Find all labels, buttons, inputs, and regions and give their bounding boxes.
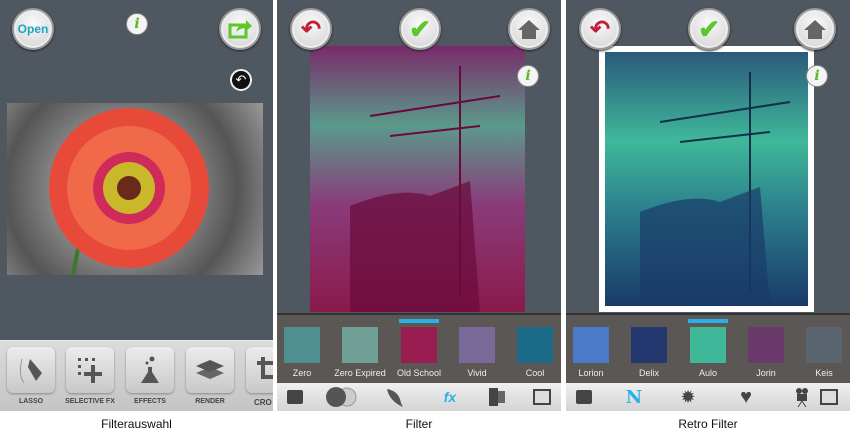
selective-fx-tool[interactable] [66,347,114,393]
info-icon[interactable]: i [126,13,148,35]
layers-icon [196,360,224,379]
filter-thumb-jorin[interactable] [748,327,784,363]
effects-tool[interactable] [126,347,174,393]
filter-thumb-lorion[interactable] [573,327,609,363]
back-button[interactable]: ↶ [579,8,621,50]
open-button[interactable]: Open [12,8,54,50]
caption-filterauswahl: Filterauswahl [101,417,172,431]
apply-button[interactable]: ✔ [399,8,441,50]
info-icon[interactable]: i [806,65,828,87]
checkmark-icon: ✔ [698,13,720,44]
selection-plus-icon [78,358,102,383]
frames-icon[interactable] [285,388,305,406]
back-arrow-icon: ↶ [300,15,322,43]
back-arrow-icon: ↶ [589,15,611,43]
render-tool[interactable] [186,347,234,393]
building-photo [599,46,814,312]
checkmark-icon: ✔ [409,13,431,44]
panel-filter: ↶ ✔ i Zero Zero Expired Old School Vivid… [277,0,561,411]
selected-indicator [688,319,728,323]
share-button[interactable] [219,8,261,50]
crop-tool[interactable] [246,347,273,393]
vignette-icon[interactable] [532,388,552,406]
pen-nib-icon [19,358,42,384]
home-icon [518,20,540,39]
info-icon[interactable]: i [517,65,539,87]
caption-retro-filter: Retro Filter [678,417,738,431]
panel-filter-selection: Open i ↶ LASSO SELECTIVE FX EFFECTS REND… [0,0,273,411]
filter-thumb-old-school[interactable] [401,327,437,363]
retro-n-icon[interactable]: N [624,387,644,408]
panel-retro-filter: ↶ ✔ i Lorion Delix Aulo Jorin Keis N ✹ ♥ [566,0,850,411]
filter-thumb-zero[interactable] [284,327,320,363]
tool-bar: LASSO SELECTIVE FX EFFECTS RENDER CRO [0,340,273,411]
crop-icon [257,357,273,379]
camera-icon[interactable] [792,388,812,407]
building-photo [310,46,525,312]
filter-strip: Zero Zero Expired Old School Vivid Cool [277,313,561,383]
apply-button[interactable]: ✔ [688,8,730,50]
flower-photo [7,103,263,276]
vignette-icon[interactable] [819,388,839,406]
home-button[interactable] [794,8,836,50]
undo-icon[interactable]: ↶ [230,69,252,91]
frames-icon[interactable] [574,388,594,406]
share-icon [228,20,252,39]
selected-indicator [399,319,439,323]
sun-icon[interactable]: ✹ [678,387,698,407]
flask-icon [141,356,159,383]
back-button[interactable]: ↶ [290,8,332,50]
feather-icon[interactable] [385,388,405,407]
home-icon [804,20,826,39]
retro-filter-strip: Lorion Delix Aulo Jorin Keis [566,313,850,383]
film-icon[interactable] [487,388,507,406]
filter-thumb-cool[interactable] [517,327,553,363]
filter-thumb-keis[interactable] [806,327,842,363]
crop-tool-label: CRO [254,398,272,407]
crane-image [350,66,501,312]
filter-thumb-vivid[interactable] [459,327,495,363]
home-button[interactable] [508,8,550,50]
caption-filter: Filter [405,417,433,431]
filter-thumb-aulo[interactable] [690,327,726,363]
heart-icon[interactable]: ♥ [736,386,756,408]
crane-image [640,72,791,306]
filter-thumb-zero-expired[interactable] [342,327,378,363]
bottom-toolbar: fx [277,383,561,411]
lasso-tool[interactable] [7,347,55,393]
bottom-toolbar: N ✹ ♥ [566,383,850,411]
filter-fx-icon[interactable]: fx [440,388,460,406]
filter-thumb-delix[interactable] [631,327,667,363]
blend-icon[interactable] [325,387,359,407]
flower-image [49,108,209,276]
